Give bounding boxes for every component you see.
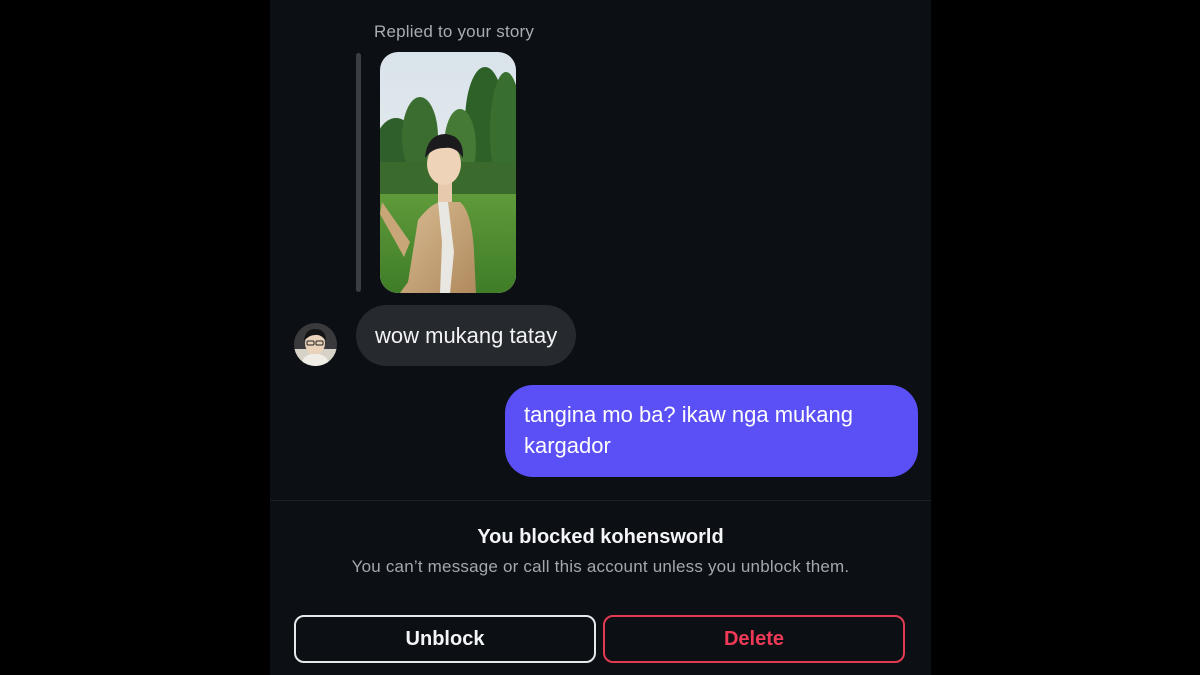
delete-button[interactable]: Delete [603, 615, 905, 663]
section-divider [270, 500, 931, 501]
sender-avatar[interactable] [294, 323, 337, 366]
chat-screen: Replied to your story wow mukang tatay t… [270, 0, 931, 675]
story-photo [380, 52, 516, 293]
outgoing-message-line-2: kargador [524, 433, 611, 458]
incoming-message-bubble[interactable]: wow mukang tatay [356, 305, 577, 366]
reply-context-label: Replied to your story [374, 22, 535, 41]
story-thumbnail[interactable] [380, 52, 516, 293]
blocked-notice-title: You blocked kohensworld [477, 526, 724, 548]
outgoing-message-bubble[interactable]: tangina mo ba? ikaw nga mukang kargador [505, 385, 918, 477]
unblock-button[interactable]: Unblock [294, 615, 596, 663]
profile-photo-avatar [294, 323, 337, 366]
outgoing-message-line-1: tangina mo ba? ikaw nga mukang [524, 402, 853, 427]
reply-quote-bar [356, 53, 361, 292]
blocked-notice-description: You can’t message or call this account u… [351, 557, 850, 576]
